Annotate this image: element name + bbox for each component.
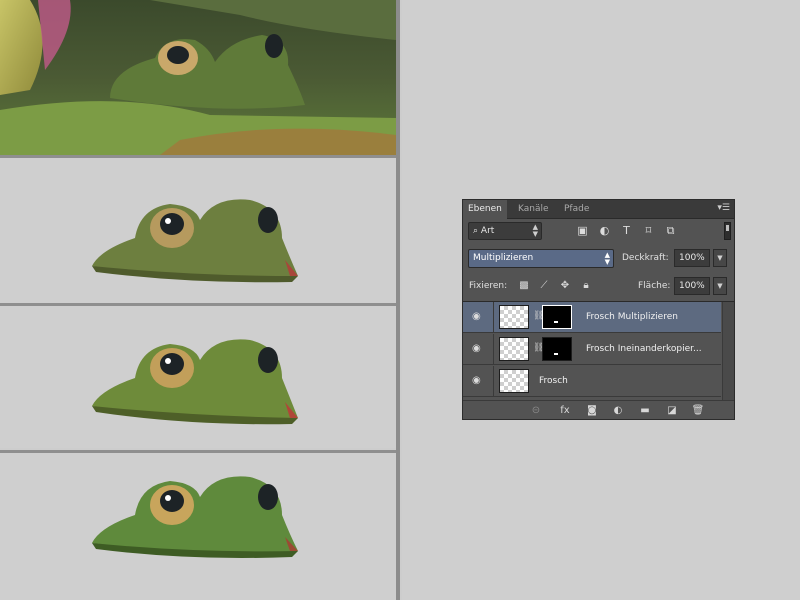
frog-cutout-preview-2 bbox=[0, 306, 396, 448]
tab-ebenen[interactable]: Ebenen bbox=[463, 200, 507, 219]
visibility-toggle[interactable]: ◉ bbox=[463, 302, 494, 333]
new-group-icon[interactable]: ▬ bbox=[638, 404, 652, 417]
add-mask-icon[interactable]: ◙ bbox=[585, 404, 599, 417]
lock-pixels-icon[interactable]: ⟋ bbox=[538, 280, 550, 292]
layer-mask-thumbnail[interactable] bbox=[542, 337, 572, 361]
spinner-icon: ▲ ▼ bbox=[532, 223, 538, 238]
visibility-toggle[interactable]: ◉ bbox=[463, 366, 494, 397]
panel-footer: ⊝ fx ◙ ◐ ▬ ◪ 🗑︎ bbox=[463, 400, 734, 419]
blend-mode-value: Multiplizieren bbox=[473, 253, 534, 263]
lock-transparency-icon[interactable]: ▩ bbox=[518, 280, 530, 292]
layer-mask-thumbnail[interactable] bbox=[542, 305, 572, 329]
tab-pfade[interactable]: Pfade bbox=[559, 200, 594, 219]
lock-position-icon[interactable]: ✥ bbox=[559, 280, 571, 292]
layer-list-scrollbar[interactable] bbox=[722, 302, 734, 400]
trash-icon[interactable]: 🗑︎ bbox=[691, 404, 705, 417]
opacity-input[interactable]: 100% bbox=[674, 249, 710, 267]
filter-type-select[interactable]: ⌕ Art ▲ ▼ bbox=[468, 222, 542, 240]
fill-dropdown-icon[interactable]: ▼ bbox=[713, 277, 727, 295]
frog-cutout-preview-1 bbox=[0, 158, 396, 303]
document-canvas-area bbox=[0, 0, 402, 600]
blend-row: Multiplizieren ▲ ▼ Deckkraft: 100% ▼ bbox=[468, 249, 731, 269]
layers-panel: Ebenen Kanäle Pfade ▾☰ ⌕ Art ▲ ▼ ▣ ◐ T ⌑ … bbox=[462, 199, 735, 420]
layer-name[interactable]: Frosch bbox=[539, 366, 568, 397]
spinner-icon: ▲ ▼ bbox=[604, 251, 610, 266]
visibility-toggle[interactable]: ◉ bbox=[463, 334, 494, 365]
adjustment-layer-icon[interactable]: ◐ bbox=[611, 404, 625, 417]
fill-input[interactable]: 100% bbox=[674, 277, 710, 295]
adjustment-filter-icon[interactable]: ◐ bbox=[598, 224, 611, 237]
lock-row: Fixieren: ▩ ⟋ ✥ 🔒︎ Fläche: 100% ▼ bbox=[468, 277, 731, 297]
layer-row-frosch-multiplizieren[interactable]: ◉ ⛓ Frosch Multiplizieren bbox=[463, 302, 721, 333]
frog-cutout-preview-3 bbox=[0, 453, 396, 600]
new-layer-icon[interactable]: ◪ bbox=[665, 404, 679, 417]
canvas-border bbox=[396, 0, 400, 600]
frog-image bbox=[92, 199, 298, 283]
filter-toggle[interactable] bbox=[724, 222, 731, 240]
image-filter-icon[interactable]: ▣ bbox=[576, 224, 589, 237]
frog-photo-preview bbox=[0, 0, 396, 155]
opacity-dropdown-icon[interactable]: ▼ bbox=[713, 249, 727, 267]
layer-name[interactable]: Frosch Ineinanderkopier... bbox=[586, 334, 702, 365]
filter-type-value: Art bbox=[480, 226, 495, 236]
eye-icon[interactable]: ◉ bbox=[472, 343, 481, 354]
eye-icon[interactable]: ◉ bbox=[472, 311, 481, 322]
type-filter-icon[interactable]: T bbox=[620, 224, 633, 237]
pond-photo-image bbox=[0, 0, 396, 155]
fill-label: Fläche: bbox=[638, 281, 671, 291]
eye-icon[interactable]: ◉ bbox=[472, 375, 481, 386]
opacity-label: Deckkraft: bbox=[622, 253, 669, 263]
tab-kanaele[interactable]: Kanäle bbox=[513, 200, 554, 219]
smart-object-filter-icon[interactable]: ⧉ bbox=[664, 224, 677, 237]
frog-image bbox=[92, 339, 298, 425]
layer-list: ◉ ⛓ Frosch Multiplizieren ◉ ⛓ Frosch Ine… bbox=[463, 301, 734, 400]
panel-tab-bar: Ebenen Kanäle Pfade ▾☰ bbox=[463, 200, 734, 219]
filter-row: ⌕ Art ▲ ▼ ▣ ◐ T ⌑ ⧉ bbox=[468, 222, 731, 242]
lock-all-icon[interactable]: 🔒︎ bbox=[580, 280, 592, 292]
blend-mode-select[interactable]: Multiplizieren ▲ ▼ bbox=[468, 249, 614, 268]
shape-filter-icon[interactable]: ⌑ bbox=[642, 224, 655, 237]
layer-thumbnail[interactable] bbox=[499, 305, 529, 329]
search-icon: ⌕ bbox=[473, 226, 481, 236]
fx-icon[interactable]: fx bbox=[558, 404, 572, 417]
frog-image bbox=[92, 476, 298, 558]
layer-name[interactable]: Frosch Multiplizieren bbox=[586, 302, 678, 333]
layer-thumbnail[interactable] bbox=[499, 337, 529, 361]
lock-label: Fixieren: bbox=[469, 281, 508, 291]
link-layers-icon[interactable]: ⊝ bbox=[529, 404, 543, 417]
layer-thumbnail[interactable] bbox=[499, 369, 529, 393]
panel-menu-icon[interactable]: ▾☰ bbox=[717, 203, 730, 213]
layer-row-frosch-ineinanderkopieren[interactable]: ◉ ⛓ Frosch Ineinanderkopier... bbox=[463, 334, 721, 365]
layer-row-frosch[interactable]: ◉ Frosch bbox=[463, 366, 721, 397]
